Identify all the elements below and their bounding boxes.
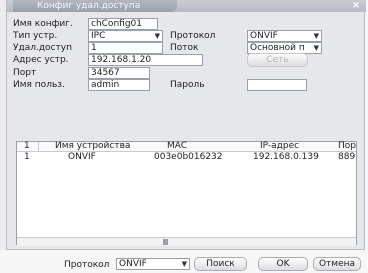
- device-list[interactable]: 1 Имя устройства MAC IP-адрес Пор 1 ONVI…: [16, 141, 357, 246]
- row-port: 889: [338, 152, 356, 162]
- protocol-select[interactable]: ONVIF ▼: [247, 30, 322, 42]
- device-type-value: IPC: [91, 31, 106, 41]
- horizontal-scrollbar[interactable]: [17, 237, 356, 246]
- column-header-port[interactable]: Пор: [338, 142, 356, 151]
- column-header-name[interactable]: Имя устройства: [55, 142, 130, 151]
- dropdown-arrow-icon: ▼: [313, 44, 319, 52]
- dropdown-arrow-icon: ▼: [154, 32, 160, 40]
- cancel-button[interactable]: Отмена: [313, 257, 361, 271]
- stream-label: Поток: [170, 43, 199, 53]
- device-list-header: 1 Имя устройства MAC IP-адрес Пор: [17, 142, 356, 152]
- ok-button[interactable]: OK: [258, 257, 308, 271]
- close-icon[interactable]: ×: [349, 0, 363, 12]
- row-device-name: ONVIF: [68, 152, 96, 162]
- username-input[interactable]: admin: [88, 79, 150, 91]
- footer-protocol-label: Протокол: [64, 260, 110, 270]
- remote-access-label: Удал.доступ: [13, 43, 72, 53]
- device-type-select[interactable]: IPC ▼: [88, 30, 163, 42]
- column-header-ip[interactable]: IP-адрес: [260, 142, 299, 151]
- remote-config-dialog: Конфиг удал.доступа × Имя конфиг. chConf…: [6, 0, 366, 250]
- row-ip: 192.168.0.139: [253, 152, 319, 162]
- config-name-input[interactable]: chConfig01: [88, 18, 158, 30]
- stream-value: Основной п: [250, 43, 305, 53]
- row-mac: 003e0b016232: [154, 152, 223, 162]
- config-name-label: Имя конфиг.: [13, 19, 73, 29]
- search-button[interactable]: Поиск: [194, 257, 247, 271]
- dropdown-arrow-icon: ▼: [181, 260, 187, 268]
- port-input[interactable]: 34567: [88, 67, 150, 79]
- protocol-value: ONVIF: [250, 31, 278, 41]
- device-address-input[interactable]: 192.168.1.20: [88, 54, 203, 66]
- footer-protocol-select[interactable]: ONVIF ▼: [116, 258, 190, 270]
- remote-access-input[interactable]: 1: [88, 42, 163, 54]
- row-index: 1: [24, 152, 30, 162]
- column-header-index[interactable]: 1: [24, 142, 30, 151]
- password-label: Пароль: [170, 80, 205, 90]
- device-type-label: Тип устр.: [13, 31, 58, 41]
- dialog-title: Конфиг удал.доступа: [37, 1, 141, 11]
- scrollbar-thumb[interactable]: [163, 239, 168, 245]
- table-row[interactable]: 1 ONVIF 003e0b016232 192.168.0.139 889: [17, 152, 356, 162]
- username-label: Имя польз.: [13, 80, 65, 90]
- column-divider: [38, 142, 39, 151]
- column-header-mac[interactable]: MAC: [167, 142, 187, 151]
- protocol-label: Протокол: [170, 31, 216, 41]
- network-button[interactable]: Сеть: [247, 53, 308, 67]
- port-label: Порт: [13, 68, 37, 78]
- device-address-label: Адрес устр.: [13, 55, 69, 65]
- dropdown-arrow-icon: ▼: [313, 32, 319, 40]
- footer-protocol-value: ONVIF: [119, 259, 147, 269]
- password-input[interactable]: [247, 79, 307, 91]
